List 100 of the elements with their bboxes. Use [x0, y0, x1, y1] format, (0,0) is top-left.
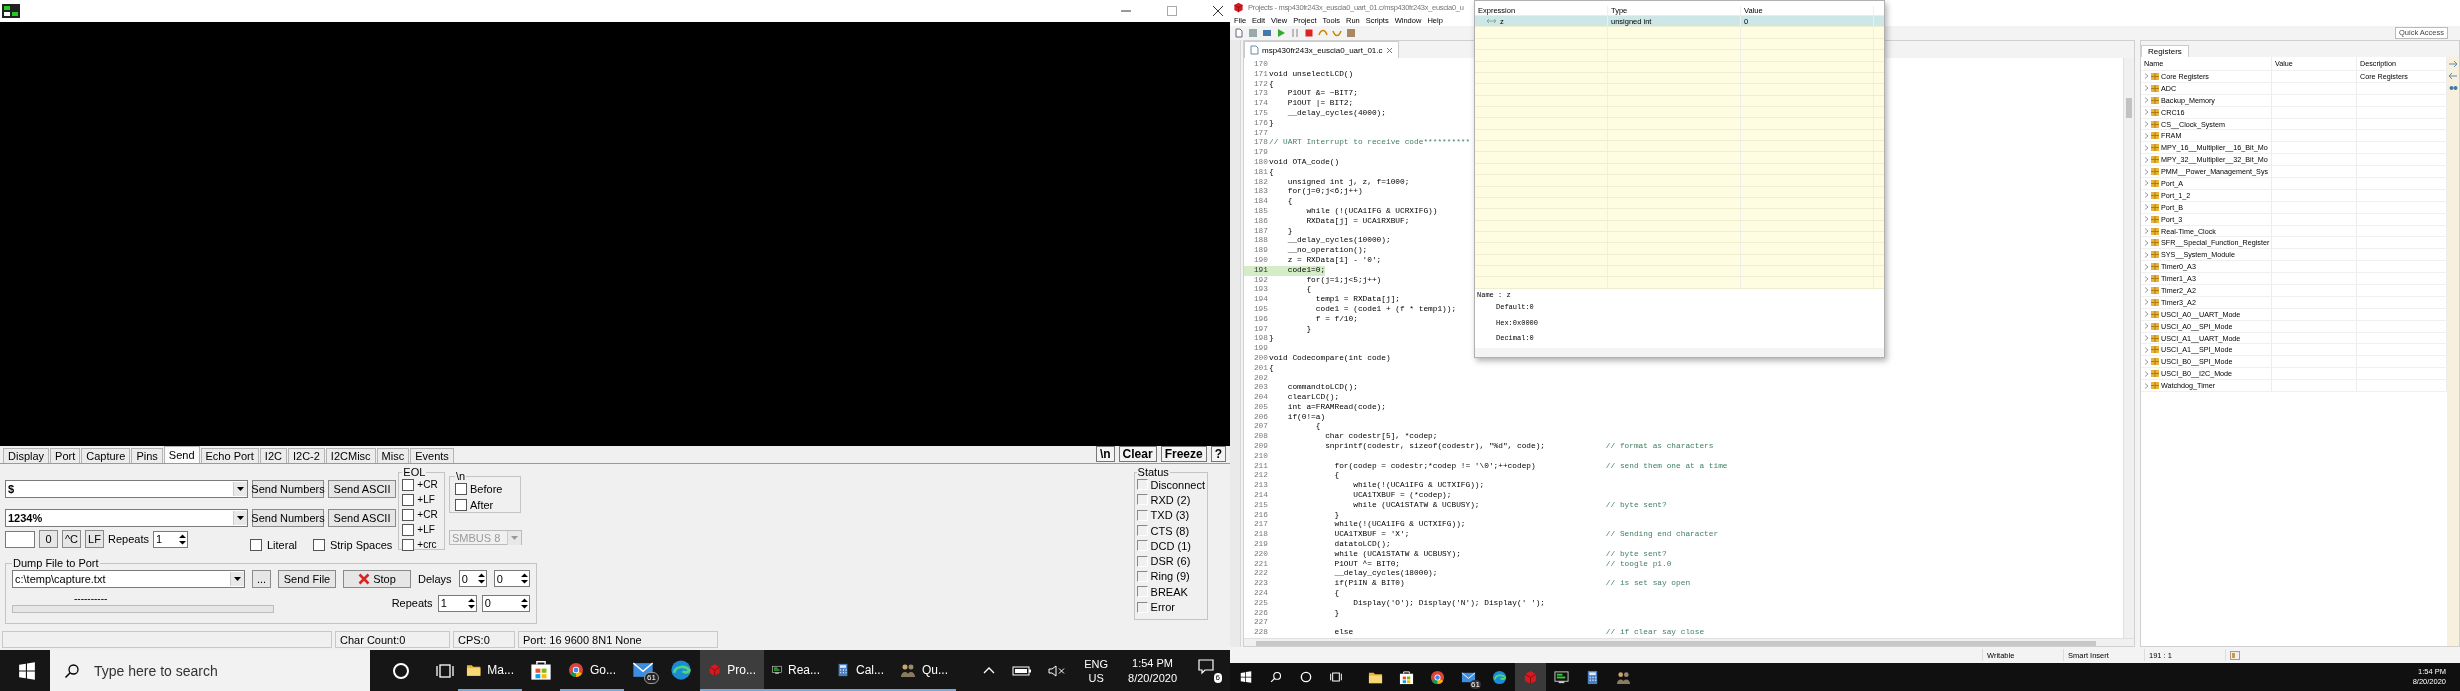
spin-field[interactable]: 1 — [437, 594, 477, 612]
checkbox-label: After — [470, 499, 494, 511]
spin-arrows-icon[interactable] — [519, 572, 529, 585]
tab[interactable]: Send — [163, 446, 200, 463]
caret-down-icon — [237, 487, 244, 491]
register-group-icon — [2151, 334, 2159, 342]
stop-icon[interactable] — [1304, 28, 1314, 38]
tab[interactable]: I2C — [259, 448, 287, 463]
checkbox-label: +LF — [417, 494, 435, 505]
browse-button[interactable]: ... — [252, 569, 271, 588]
tab[interactable]: Capture — [81, 448, 131, 463]
task-view-icon[interactable] — [436, 661, 454, 680]
arrow-icon[interactable] — [2448, 60, 2458, 68]
checkbox[interactable] — [402, 508, 415, 521]
checkbox[interactable] — [402, 538, 415, 551]
dropdown-button[interactable] — [230, 571, 244, 586]
spin-arrows-icon[interactable] — [178, 532, 187, 546]
checkbox[interactable] — [402, 478, 415, 491]
combo-field[interactable]: 1234% — [5, 509, 248, 527]
input-field[interactable] — [5, 530, 35, 548]
send-ascii-button[interactable]: Send ASCII — [328, 509, 396, 527]
new-file-icon[interactable] — [1234, 28, 1244, 38]
checkbox[interactable] — [455, 483, 467, 495]
muted-speaker-icon[interactable] — [1048, 663, 1067, 678]
spin-field[interactable]: 0 — [493, 570, 530, 587]
checkbox[interactable] — [455, 499, 467, 511]
toolbar-button[interactable]: Clear — [1118, 446, 1157, 462]
toolbar-button[interactable]: Freeze — [1160, 446, 1207, 462]
horizontal-scrollbar[interactable] — [1475, 348, 1884, 357]
circle-icon[interactable] — [1300, 671, 1312, 683]
grid-icon[interactable] — [1346, 28, 1356, 38]
checkbox[interactable] — [312, 539, 325, 551]
spin-field[interactable]: 0 — [481, 594, 530, 612]
circle-icon[interactable] — [392, 661, 410, 680]
battery-icon[interactable] — [1012, 663, 1033, 678]
group-label: \n — [455, 471, 467, 481]
toolbar-button[interactable]: \n — [1095, 446, 1115, 462]
checkbox-label: +CR — [417, 479, 438, 490]
taskbar-button[interactable]: Qu... — [892, 650, 956, 691]
tab[interactable]: Events — [410, 448, 454, 463]
taskbar-button[interactable]: Rea... — [764, 650, 828, 691]
stop-button[interactable]: Stop — [343, 569, 411, 588]
dropdown-button[interactable] — [233, 511, 247, 525]
windows-logo-icon[interactable] — [18, 661, 36, 680]
link-icon[interactable] — [2448, 84, 2458, 92]
arrow-icon[interactable] — [2448, 72, 2458, 80]
tab[interactable]: Port — [50, 448, 81, 463]
taskbar-button[interactable]: Ma... — [458, 650, 522, 691]
taskbar-button[interactable]: Pro... — [700, 650, 764, 691]
quick-send-button[interactable]: 0 — [39, 530, 58, 548]
tab[interactable]: Pins — [131, 448, 163, 463]
play-icon[interactable] — [1276, 28, 1286, 38]
tab[interactable]: I2CMisc — [325, 448, 376, 463]
tab[interactable]: Misc — [376, 448, 410, 463]
checkbox[interactable] — [402, 523, 415, 536]
view-tab[interactable]: Registers — [2141, 45, 2189, 57]
vertical-scrollbar[interactable] — [2123, 58, 2134, 638]
tab[interactable]: Display — [3, 448, 50, 463]
clock[interactable]: 1:54 PM 8/20/2020 — [1128, 655, 1177, 686]
monitor-icon — [1554, 669, 1569, 685]
send-ascii-button[interactable]: Send ASCII — [328, 480, 396, 498]
checkbox[interactable] — [402, 493, 415, 506]
search-icon[interactable] — [1270, 671, 1282, 683]
toolbar-button[interactable]: ? — [1210, 446, 1226, 462]
horizontal-scrollbar[interactable] — [1244, 638, 2134, 646]
save-icon[interactable] — [1248, 28, 1258, 38]
notification-button[interactable]: 6 — [1197, 658, 1222, 683]
send-numbers-button[interactable]: Send Numbers — [252, 509, 324, 527]
taskbar-button[interactable]: 61 — [624, 650, 662, 691]
status-label: DSR (6) — [1150, 555, 1191, 568]
task-view-icon[interactable] — [1330, 671, 1342, 683]
register-group-icon — [2151, 370, 2159, 378]
combo-field[interactable]: $ — [5, 480, 248, 498]
spin-arrows-icon[interactable] — [466, 596, 476, 610]
quick-send-button[interactable]: LF — [85, 530, 104, 548]
search-field[interactable]: Type here to search — [50, 650, 370, 691]
tab[interactable]: Echo Port — [200, 448, 259, 463]
dropdown-button[interactable] — [233, 482, 247, 496]
spin-field[interactable]: 0 — [458, 570, 487, 587]
editor-tab[interactable]: msp430fr243x_euscia0_uart_01.c — [1244, 41, 1399, 58]
close-icon[interactable] — [1212, 5, 1224, 17]
quick-send-button[interactable]: ^C — [62, 530, 81, 548]
spin-field[interactable]: 1 — [153, 530, 188, 548]
checkbox-label: +LF — [417, 524, 435, 535]
taskbar-button[interactable]: 61 — [1453, 663, 1484, 691]
send-numbers-button[interactable]: Send Numbers — [252, 480, 324, 498]
taskbar-button[interactable]: Go... — [560, 650, 624, 691]
status-label: Error — [1150, 601, 1176, 613]
combo-field[interactable]: c:\temp\capture.txt — [12, 569, 245, 588]
windows-logo-icon[interactable] — [1240, 671, 1252, 683]
delays-label: Delays — [418, 572, 452, 585]
spin-arrows-icon[interactable] — [519, 596, 529, 610]
monitor-icon[interactable] — [1262, 28, 1272, 38]
taskbar-button[interactable]: Cal... — [828, 650, 892, 691]
maximize-icon[interactable] — [1166, 5, 1178, 17]
language-indicator[interactable]: ENG US — [1084, 656, 1109, 685]
spin-arrows-icon[interactable] — [476, 572, 486, 585]
checkbox[interactable] — [250, 539, 262, 551]
send-file-button[interactable]: Send File — [278, 569, 336, 588]
tab[interactable]: I2C-2 — [287, 448, 325, 463]
